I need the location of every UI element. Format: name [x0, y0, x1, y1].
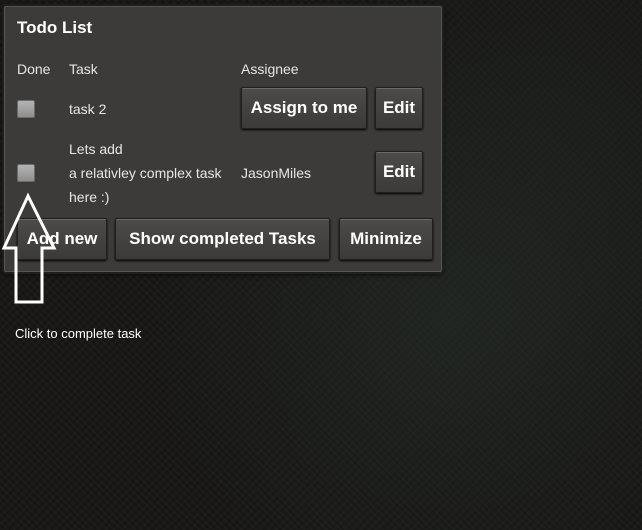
task-done-checkbox[interactable]	[17, 164, 35, 182]
edit-button[interactable]: Edit	[375, 151, 423, 193]
column-header-assignee: Assignee	[241, 61, 299, 77]
task-title: task 2	[69, 101, 107, 117]
minimize-button[interactable]: Minimize	[339, 218, 433, 260]
arrow-up-icon	[1, 192, 57, 304]
todo-list-panel: Todo List Done Task Assignee task 2 Assi…	[4, 6, 442, 272]
task-assignee: JasonMiles	[241, 165, 312, 181]
assign-to-me-button[interactable]: Assign to me	[241, 87, 367, 129]
task-title-line: Lets add	[69, 141, 123, 157]
task-title-line: a relativley complex task	[69, 165, 222, 181]
column-header-done: Done	[17, 61, 51, 77]
column-header-task: Task	[69, 61, 98, 77]
task-title: Lets add a relativley complex task here …	[69, 137, 222, 209]
annotation-text: Click to complete task	[15, 326, 142, 341]
edit-button[interactable]: Edit	[375, 87, 423, 129]
panel-title: Todo List	[17, 18, 93, 37]
task-done-checkbox[interactable]	[17, 100, 35, 118]
show-completed-tasks-button[interactable]: Show completed Tasks	[115, 218, 330, 260]
task-title-line: here :)	[69, 189, 110, 205]
